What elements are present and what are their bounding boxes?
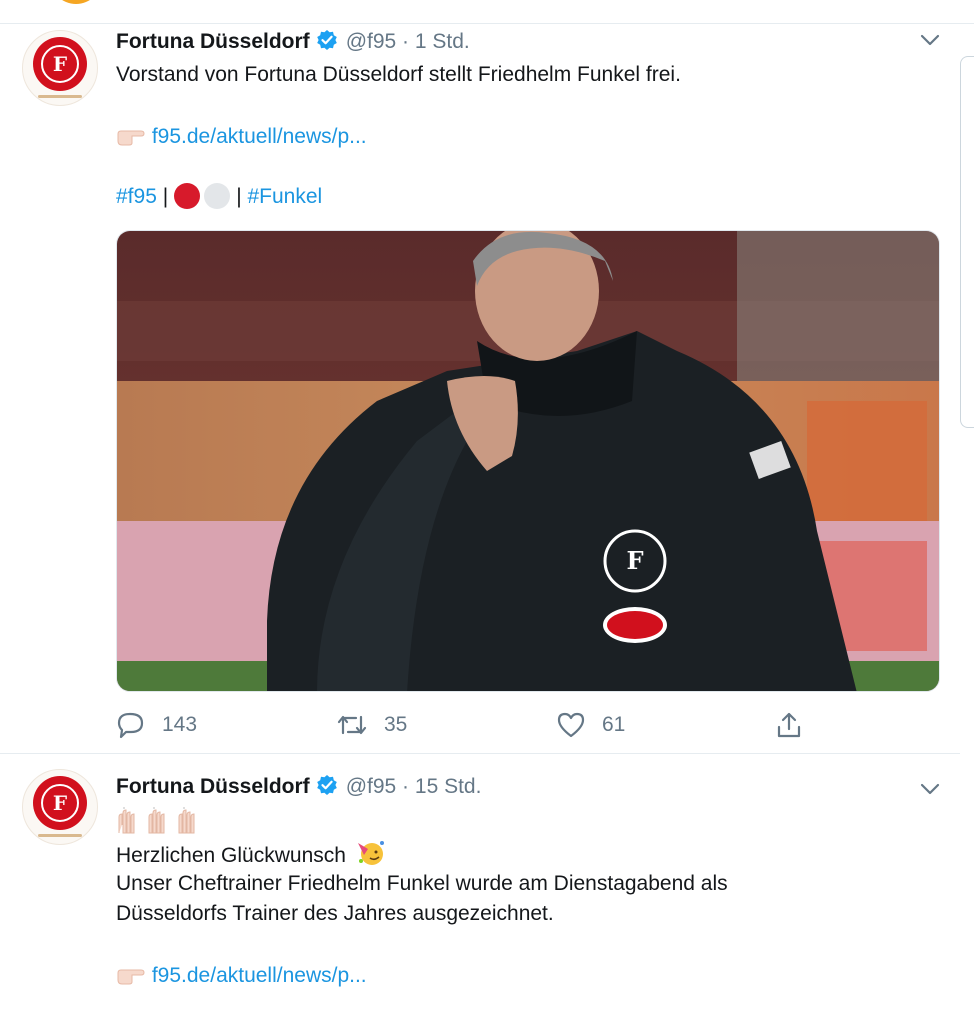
retweet-icon — [337, 715, 367, 735]
share-icon — [777, 712, 801, 738]
hashtag-f95[interactable]: #f95 — [116, 185, 157, 208]
hashtag-row: #f95 | | #Funkel — [116, 182, 322, 212]
reply-icon — [117, 712, 144, 739]
author-name[interactable]: Fortuna Düsseldorf — [116, 775, 310, 798]
tweet-text: Vorstand von Fortuna Düsseldorf stellt F… — [116, 63, 681, 86]
scrollbar[interactable] — [960, 56, 974, 428]
like-button[interactable]: 61 — [556, 708, 625, 742]
tweet-header: Fortuna Düsseldorf @f95 · 15 Std. — [116, 773, 481, 801]
tweet-header: Fortuna Düsseldorf @f95 · 1 Std. — [116, 28, 470, 56]
avatar[interactable]: F — [22, 30, 98, 106]
tweet-time[interactable]: 15 Std. — [415, 775, 482, 798]
tweet-text-line-3: Düsseldorfs Trainer des Jahres ausgezeic… — [116, 902, 554, 925]
tweet-actions: 143 35 61 — [116, 708, 816, 742]
retweet-count: 35 — [384, 713, 408, 736]
retweet-button[interactable]: 35 — [336, 708, 407, 742]
verified-badge-icon — [316, 29, 338, 59]
author-name[interactable]: Fortuna Düsseldorf — [116, 30, 310, 53]
meta-separator: · — [402, 30, 410, 53]
share-button[interactable] — [774, 708, 820, 742]
reply-count: 143 — [162, 713, 198, 736]
verified-badge-icon — [316, 774, 338, 804]
pointing-hand-icon — [116, 125, 146, 156]
top-strip — [0, 0, 974, 24]
avatar[interactable]: F — [22, 769, 98, 845]
tweet[interactable]: F Fortuna Düsseldorf @f95 · 1 Std. Vorsta… — [0, 24, 960, 754]
hashtag-divider-2: | — [236, 185, 242, 208]
clapping-hands-icon — [116, 807, 214, 837]
like-count: 61 — [602, 713, 626, 736]
author-handle[interactable]: @f95 — [346, 30, 397, 53]
reply-button[interactable]: 143 — [116, 708, 197, 742]
hashtag-funkel[interactable]: #Funkel — [248, 185, 323, 208]
pointing-hand-icon — [116, 964, 146, 995]
author-handle[interactable]: @f95 — [346, 775, 397, 798]
svg-text:F: F — [626, 546, 643, 575]
greeting-text: Herzlichen Glückwunsch — [116, 844, 346, 867]
link-row: f95.de/aktuell/news/p... — [116, 122, 367, 156]
tweet-photo[interactable]: F — [116, 230, 940, 692]
chevron-down-icon[interactable] — [918, 779, 942, 799]
meta-separator: · — [402, 775, 410, 798]
tweet-link[interactable]: f95.de/aktuell/news/p... — [152, 964, 367, 987]
profile-avatar-edge — [50, 0, 102, 4]
coach-photo: F — [117, 231, 939, 691]
tweet[interactable]: F Fortuna Düsseldorf @f95 · 15 Std. Herz… — [0, 755, 960, 1024]
club-crest-logo: F — [33, 776, 87, 830]
tweet-text-line-2: Unser Cheftrainer Friedhelm Funkel wurde… — [116, 872, 728, 895]
tweet-link[interactable]: f95.de/aktuell/news/p... — [152, 125, 367, 148]
link-row: f95.de/aktuell/news/p... — [116, 961, 367, 995]
white-circle-emoji — [204, 183, 231, 209]
hashtag-divider: | — [162, 185, 169, 208]
red-circle-emoji — [174, 183, 201, 209]
club-crest-logo: F — [33, 37, 87, 91]
chevron-down-icon[interactable] — [918, 30, 942, 50]
tweet-time[interactable]: 1 Std. — [415, 30, 470, 53]
heart-icon — [557, 712, 585, 738]
